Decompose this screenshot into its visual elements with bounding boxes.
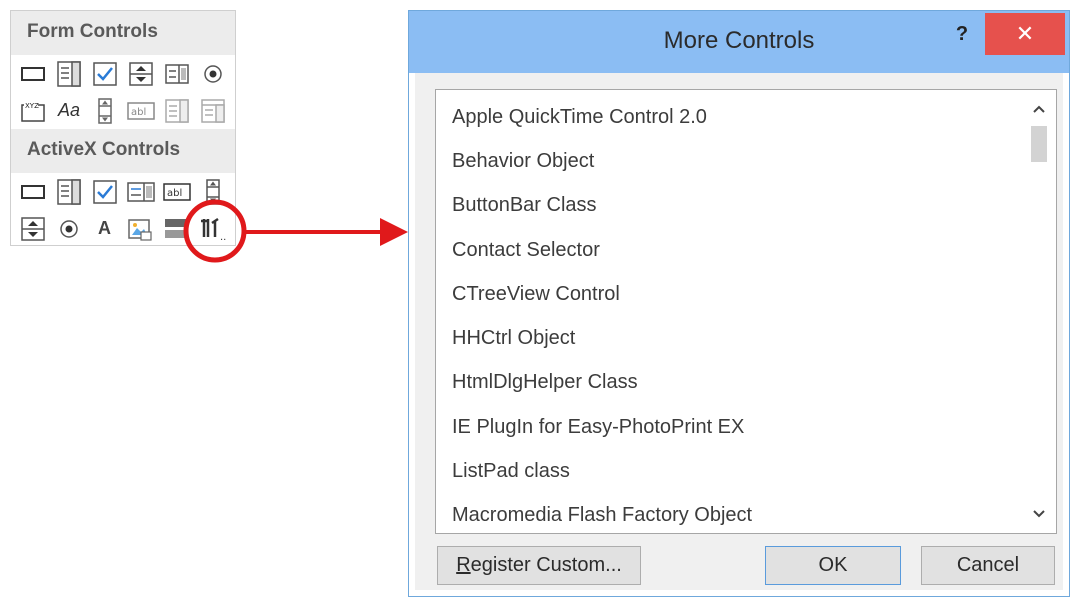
combo-dropdown-edit-icon[interactable] [199,96,227,125]
scroll-bar-icon[interactable] [91,96,119,125]
scroll-thumb[interactable] [1031,126,1047,162]
form-controls-row-2: XYZ Aa abl [11,92,235,129]
more-controls-dialog: More Controls ? ✕ Apple QuickTime Contro… [408,10,1070,597]
list-item[interactable]: IE PlugIn for Easy-PhotoPrint EX [436,405,1056,449]
pointer-arrowhead [380,218,408,246]
register-accelerator: R [456,554,471,576]
label-icon[interactable]: Aa [55,96,83,125]
register-label: egister Custom... [470,554,622,576]
text-field-icon[interactable]: abl [127,96,155,125]
list-box-icon[interactable] [163,59,191,88]
activex-label-icon[interactable]: A [91,214,119,243]
list-item[interactable]: Apple QuickTime Control 2.0 [436,95,1056,139]
activex-option-button-icon[interactable] [55,214,83,243]
group-box-icon[interactable]: XYZ [19,96,47,125]
list-item[interactable]: Behavior Object [436,139,1056,183]
svg-text:abl: abl [131,107,146,118]
list-item[interactable]: ButtonBar Class [436,184,1056,228]
cancel-button[interactable]: Cancel [921,546,1055,585]
text-box-icon[interactable]: abl [163,177,191,206]
command-button-icon[interactable] [19,177,47,206]
controls-list[interactable]: Apple QuickTime Control 2.0 Behavior Obj… [435,89,1057,534]
list-item[interactable]: HHCtrl Object [436,316,1056,360]
list-item[interactable]: Macromedia Flash Factory Object [436,494,1056,538]
help-button[interactable]: ? [947,19,977,49]
scroll-down-button[interactable] [1022,499,1056,529]
form-controls-row-1 [11,55,235,92]
list-scrollbar[interactable] [1022,90,1056,533]
activex-controls-row-2: A ... [11,210,235,247]
chevron-up-icon [1033,105,1045,113]
list-item[interactable]: Contact Selector [436,228,1056,272]
controls-palette: Form Controls XYZ Aa abl ActiveX Control… [10,10,236,246]
activex-controls-row-1: abl [11,173,235,210]
activex-scroll-bar-icon[interactable] [199,177,227,206]
list-item[interactable]: CTreeView Control [436,272,1056,316]
svg-text:...: ... [220,232,227,243]
combo-box-icon[interactable] [55,59,83,88]
list-item[interactable]: ListPad class [436,449,1056,493]
label-icon-text: Aa [57,100,81,120]
activex-spin-button-icon[interactable] [19,214,47,243]
svg-text:XYZ: XYZ [25,102,39,110]
activex-controls-header: ActiveX Controls [11,129,235,173]
toggle-button-icon[interactable] [162,214,190,243]
activex-label-icon-text: A [97,218,111,238]
spin-button-icon[interactable] [127,59,155,88]
more-controls-icon[interactable]: ... [198,214,227,243]
list-item[interactable]: HtmlDlgHelper Class [436,361,1056,405]
chevron-down-icon [1033,510,1045,518]
register-custom-button[interactable]: Register Custom... [437,546,641,585]
form-controls-header: Form Controls [11,11,235,55]
svg-text:abl: abl [167,188,182,199]
activex-list-box-icon[interactable] [127,177,155,206]
close-button[interactable]: ✕ [985,13,1065,55]
combo-list-edit-icon[interactable] [163,96,191,125]
image-icon[interactable] [126,214,154,243]
check-box-icon[interactable] [91,59,119,88]
option-button-icon[interactable] [199,59,227,88]
dialog-titlebar[interactable]: More Controls ? ✕ [409,11,1069,73]
ok-button[interactable]: OK [765,546,901,585]
dialog-body: Apple QuickTime Control 2.0 Behavior Obj… [415,73,1063,590]
button-icon[interactable] [19,59,47,88]
activex-combo-box-icon[interactable] [55,177,83,206]
activex-check-box-icon[interactable] [91,177,119,206]
scroll-up-button[interactable] [1022,94,1056,124]
